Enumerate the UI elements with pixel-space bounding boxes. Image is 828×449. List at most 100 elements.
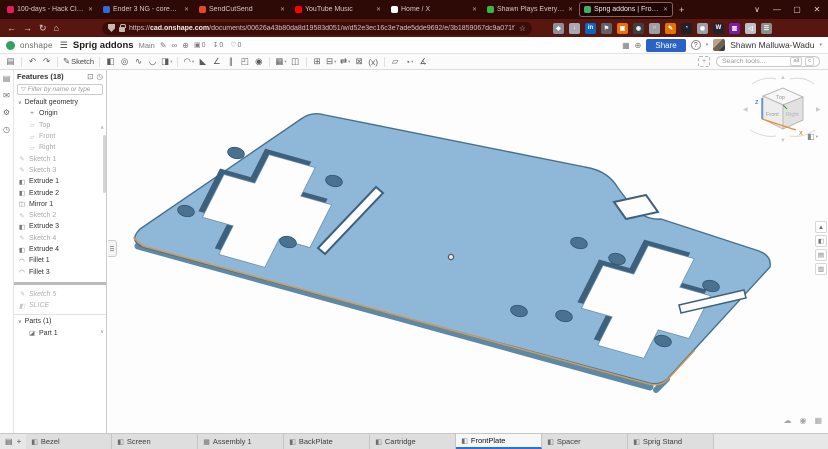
user-name[interactable]: Shawn Malluwa-Wadu <box>730 40 814 50</box>
chevron-down-icon[interactable]: ∨ <box>18 319 22 325</box>
sheet-metal-icon[interactable]: ▱ <box>389 56 402 67</box>
extrude-icon[interactable]: ◧ <box>104 56 117 67</box>
part-row[interactable]: ◪Part 1 <box>14 328 106 339</box>
globe-icon[interactable]: ⊕ <box>182 41 189 50</box>
minimize-button[interactable]: — <box>768 0 786 19</box>
undo-icon[interactable]: ↶ <box>26 56 39 67</box>
configuration-panel-icon[interactable]: ◧ <box>815 235 827 247</box>
user-avatar[interactable] <box>713 39 725 51</box>
variable-icon[interactable]: (x) <box>367 57 380 67</box>
rotate-arc-icon[interactable] <box>752 78 776 84</box>
feature-row[interactable]: ◠Fillet 3 <box>14 266 106 277</box>
back-icon[interactable]: ← <box>7 23 16 33</box>
tab-close-icon[interactable]: ✕ <box>376 6 381 13</box>
edit-icon[interactable]: ✎ <box>160 41 167 50</box>
likes-count[interactable]: ♡0 <box>230 41 241 49</box>
redo-icon[interactable]: ↷ <box>40 56 53 67</box>
clock-extension-icon[interactable]: ◔ <box>681 23 692 34</box>
clock-icon[interactable]: ◷ <box>96 72 103 81</box>
fillet-icon[interactable]: ◠▾ <box>182 56 195 67</box>
history-panel-icon[interactable]: ◷ <box>3 125 10 134</box>
scrollbar-thumb[interactable] <box>103 135 106 193</box>
feature-row[interactable]: ▱Front <box>14 131 106 142</box>
tab-close-icon[interactable]: ✕ <box>184 6 189 13</box>
feature-row[interactable]: ▱Top <box>14 120 106 131</box>
sweep-icon[interactable]: ∿ <box>132 56 145 67</box>
share-button[interactable]: Share <box>646 39 685 52</box>
wikipedia-icon[interactable]: W <box>713 23 724 34</box>
new-tab-button[interactable]: + <box>674 5 689 15</box>
scroll-up-icon[interactable]: ∧ <box>100 125 104 131</box>
globe2-icon[interactable]: ⊕ <box>635 41 642 50</box>
feature-row[interactable]: ◧SLICE <box>14 300 106 311</box>
rib-icon[interactable]: ∥ <box>224 56 237 67</box>
revolve-icon[interactable]: ◎ <box>118 56 131 67</box>
measure-icon[interactable]: ∡ <box>417 56 430 67</box>
configurations-panel-icon[interactable]: ⚙ <box>3 108 10 117</box>
tab-close-icon[interactable]: ✕ <box>280 6 285 13</box>
tab-close-icon[interactable]: ✕ <box>568 6 573 13</box>
tab-close-icon[interactable]: ✕ <box>663 6 668 13</box>
doc-tab-bezel[interactable]: ◧Bezel <box>26 434 112 449</box>
forward-icon[interactable]: → <box>23 23 32 33</box>
url-bar[interactable]: https://cad.onshape.com/documents/00626a… <box>102 22 532 35</box>
boolean-icon[interactable]: ⊞ <box>311 56 324 67</box>
feature-row[interactable]: +Origin <box>14 108 106 119</box>
feature-row[interactable]: ◧Extrude 1 <box>14 176 106 187</box>
view-options-button[interactable]: ◧▾ <box>807 132 818 141</box>
reload-icon[interactable]: ↻ <box>39 23 47 34</box>
feature-row[interactable]: ✎Sketch 3 <box>14 165 106 176</box>
rotate-left-icon[interactable]: ◀ <box>743 107 748 113</box>
render-panel-icon[interactable]: ▲ <box>815 221 827 233</box>
panel-resize-handle[interactable] <box>108 240 117 257</box>
feature-list-icon[interactable]: ▤ <box>4 56 17 67</box>
feature-row[interactable]: ◫Mirror 1 <box>14 199 106 210</box>
feature-row[interactable]: ✎Sketch 4 <box>14 233 106 244</box>
workspace-name[interactable]: Main <box>139 41 155 50</box>
doc-tab-sprig-stand[interactable]: ◧Sprig Stand <box>628 434 714 449</box>
browser-tab[interactable]: 100-days - Hack Club - Slack✕ <box>3 2 97 17</box>
thicken-icon[interactable]: ◨▾ <box>160 56 173 67</box>
snapshot-icon[interactable]: ◉ <box>799 416 806 425</box>
draft-icon[interactable]: ∠ <box>210 56 223 67</box>
rollback-bar[interactable] <box>14 282 106 285</box>
cube-label-right[interactable]: Right <box>786 112 799 118</box>
help-icon[interactable]: ? <box>691 40 701 50</box>
shell-icon[interactable]: ◰ <box>238 56 251 67</box>
browser-tab[interactable]: Sprig addons | FrontPlate✕ <box>579 2 673 17</box>
variables-panel-icon[interactable]: ▥ <box>815 263 827 275</box>
rotate-up-icon[interactable]: ▲ <box>780 75 786 81</box>
download-icon[interactable]: ↓ <box>569 23 580 34</box>
new-element-button[interactable]: + <box>17 437 22 446</box>
browser-tab[interactable]: YouTube Music✕ <box>291 2 385 17</box>
camera-icon[interactable]: ◉ <box>633 23 644 34</box>
help-caret-icon[interactable]: ▾ <box>706 42 709 48</box>
copies-count[interactable]: ▣0 <box>194 41 206 49</box>
browser-tab[interactable]: SendCutSend✕ <box>195 2 289 17</box>
linkedin-icon[interactable]: in <box>585 23 596 34</box>
linear-pattern-icon[interactable]: ▦▾ <box>274 56 287 67</box>
feature-row[interactable]: ◧Extrude 3 <box>14 221 106 232</box>
feature-filter-input[interactable]: ▽ Filter by name or type <box>17 84 103 95</box>
eye-icon[interactable]: ◉ <box>697 23 708 34</box>
doc-tab-cartridge[interactable]: ◧Cartridge <box>370 434 456 449</box>
feature-row[interactable]: ∨Default geometry <box>14 97 106 108</box>
feature-row[interactable]: ✎Sketch 2 <box>14 210 106 221</box>
document-menu-icon[interactable]: ☰ <box>60 40 68 51</box>
precision-input-icon[interactable]: + <box>698 56 710 67</box>
feature-row[interactable]: ◧Extrude 2 <box>14 187 106 198</box>
loft-icon[interactable]: ◡ <box>146 56 159 67</box>
surface-icon[interactable]: ◔▾ <box>403 57 416 67</box>
chevron-down-icon[interactable]: ∨ <box>18 100 22 106</box>
close-button[interactable]: ✕ <box>808 0 826 19</box>
scroll-down-icon[interactable]: ∨ <box>100 329 104 335</box>
doc-tab-assembly-1[interactable]: ▦Assembly 1 <box>198 434 284 449</box>
shield-icon[interactable] <box>108 24 115 32</box>
tab-overflow-icon[interactable]: ∨ <box>748 0 766 19</box>
maximize-button[interactable]: ▢ <box>788 0 806 19</box>
graphics-viewport[interactable]: ▲ ▼ ◀ ▶ Top Front Right Z X ◧▾ ▲◧▤▥ ☁◉▦ <box>108 70 828 433</box>
doc-tab-frontplate[interactable]: ◧FrontPlate <box>456 434 542 449</box>
chamfer-icon[interactable]: ◣ <box>196 56 209 67</box>
rotate-right-icon[interactable]: ▶ <box>816 107 821 113</box>
part-canvas[interactable] <box>108 70 828 433</box>
